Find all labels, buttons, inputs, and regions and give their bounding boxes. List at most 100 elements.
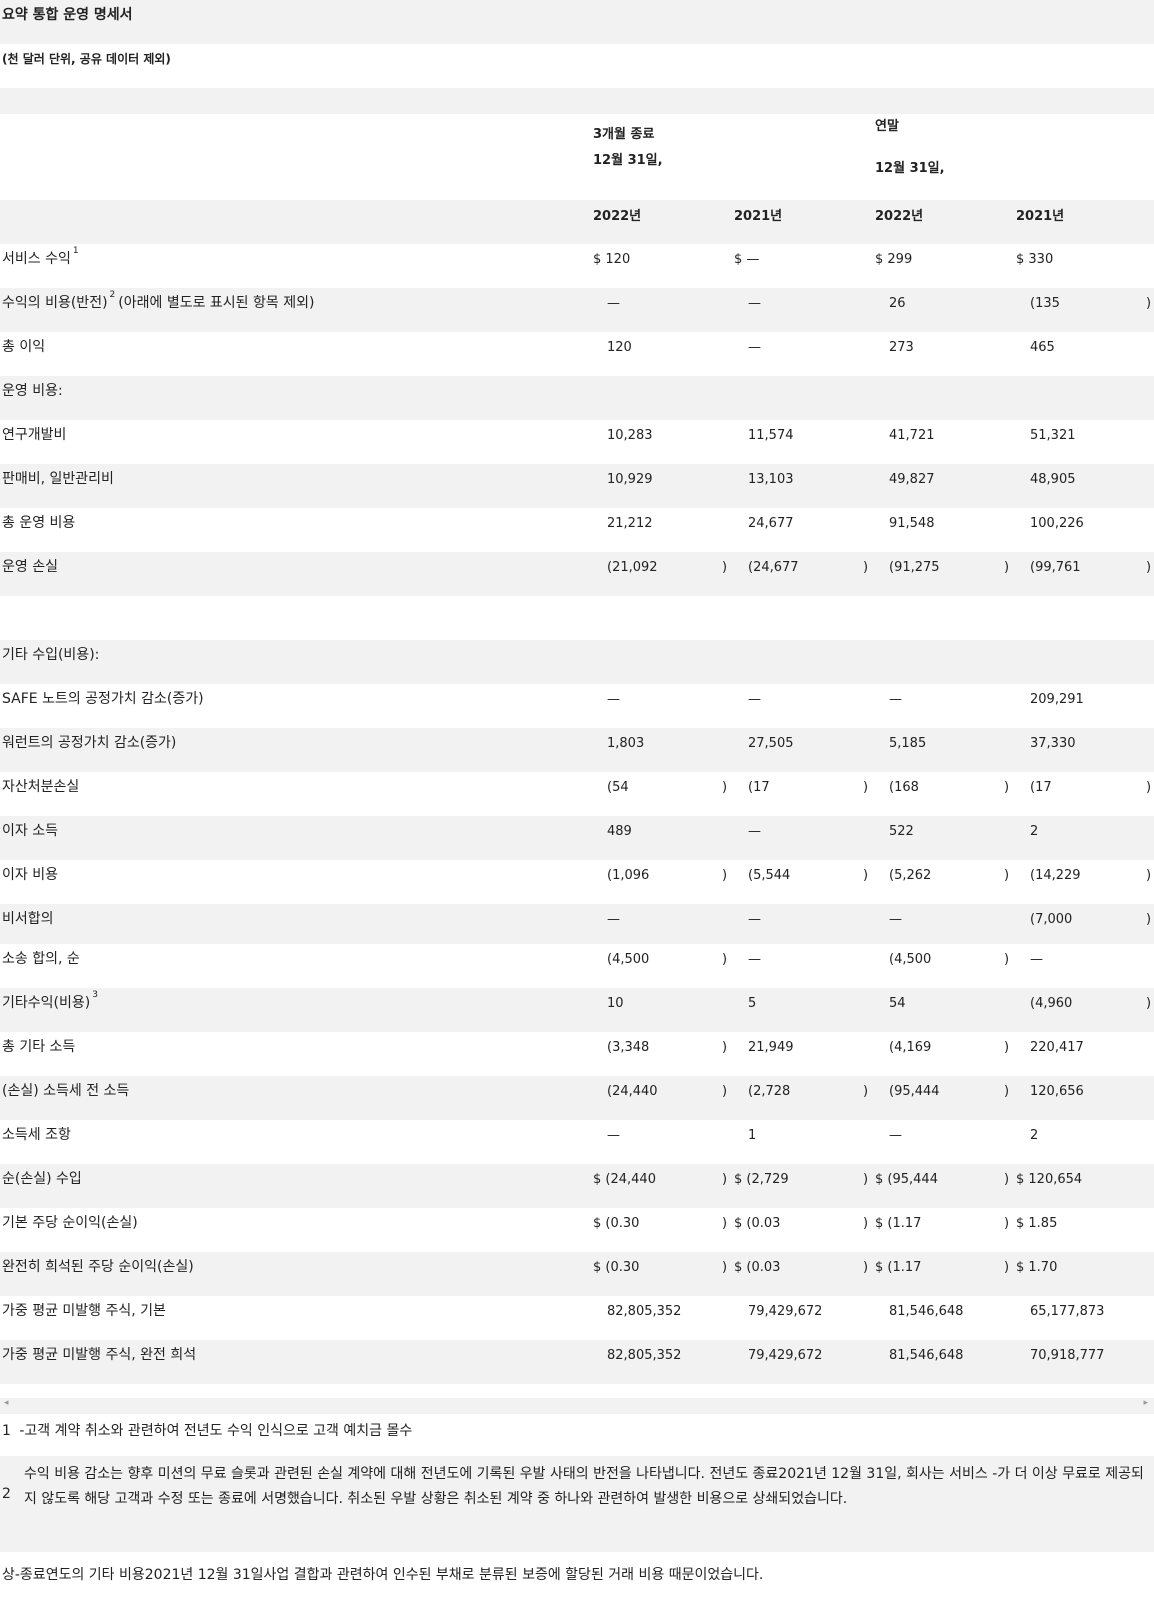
value-cell: (4,960: [1030, 996, 1073, 1011]
value-cell: (95,444: [889, 1084, 940, 1099]
row-label: 완전히 희석된 주당 순이익(손실): [2, 1256, 194, 1276]
closing-paren: ): [1004, 868, 1010, 883]
value-cell: (24,440: [607, 1084, 658, 1099]
value-cell: 10: [607, 996, 624, 1011]
year-col-3: 2022년: [875, 209, 924, 224]
value-cell: 54: [889, 996, 906, 1011]
closing-paren: ): [722, 1040, 728, 1055]
closing-paren: ): [1004, 1040, 1010, 1055]
row-label-text: 운영 비용:: [2, 383, 63, 399]
scroll-left-icon[interactable]: ◂: [4, 1398, 9, 1408]
value-cell: $ 120,654: [1016, 1172, 1083, 1187]
value-cell: $ 330: [1016, 252, 1054, 267]
value-cell: 209,291: [1030, 692, 1084, 707]
footnote-3-text: 상-종료연도의 기타 비용2021년 12월 31일사업 결합과 관련하여 인수…: [0, 1552, 1154, 1600]
closing-paren: ): [1004, 1260, 1010, 1275]
row-label: 이자 비용: [2, 864, 58, 884]
value-cell: —: [748, 912, 761, 927]
value-cell: 91,548: [889, 516, 935, 531]
value-cell: —: [748, 340, 761, 355]
closing-paren: ): [722, 952, 728, 967]
closing-paren: ): [863, 1216, 869, 1231]
row-label: 기타 수입(비용):: [2, 644, 99, 664]
closing-paren: ): [1004, 1084, 1010, 1099]
value-cell: —: [748, 952, 761, 967]
row-label: 총 운영 비용: [2, 512, 75, 532]
closing-paren: ): [1146, 780, 1152, 795]
row-label: 운영 손실: [2, 556, 58, 576]
value-cell: 5: [748, 996, 757, 1011]
table-row: [0, 596, 1154, 640]
table-row: 기타수익(비용) 3 10 5 54 (4,960): [0, 988, 1154, 1032]
value-cell: 1,803: [607, 736, 645, 751]
value-cell: —: [607, 692, 620, 707]
statement-subtitle: (천 달러 단위, 공유 데이터 제외): [0, 44, 1154, 88]
row-label-suffix: (아래에 별도로 표시된 항목 제외): [118, 295, 315, 311]
value-cell: (2,728: [748, 1084, 791, 1099]
value-cell: 26: [889, 296, 906, 311]
value-cell: 5,185: [889, 736, 927, 751]
three-months-date: 12월 31일,: [593, 153, 663, 168]
table-row: 이자 소득 489 — 522 2: [0, 816, 1154, 860]
closing-paren: ): [1004, 952, 1010, 967]
value-cell: $ 1.70: [1016, 1260, 1058, 1275]
value-cell: (5,262: [889, 868, 932, 883]
value-cell: (4,169: [889, 1040, 932, 1055]
row-label: 워런트의 공정가치 감소(증가): [2, 732, 176, 752]
footnote-2-number: 2: [2, 1486, 11, 1502]
value-cell: —: [889, 1128, 902, 1143]
row-label-text: 기본 주당 순이익(손실): [2, 1215, 138, 1231]
row-label: 가중 평균 미발행 주식, 기본: [2, 1300, 166, 1320]
closing-paren: ): [863, 1172, 869, 1187]
value-cell: $ (95,444: [875, 1172, 938, 1187]
value-cell: 37,330: [1030, 736, 1076, 751]
footnote-1-text: -고객 계약 취소와 관련하여 전년도 수익 인식으로 고객 예치금 몰수: [19, 1423, 413, 1439]
period-header: 3개월 종료 12월 31일, 연말 12월 31일,: [0, 114, 1154, 200]
row-label-text: 소송 합의, 순: [2, 951, 80, 967]
value-cell: (4,500: [889, 952, 932, 967]
row-label-text: 가중 평균 미발행 주식, 완전 희석: [2, 1347, 197, 1363]
value-cell: (5,544: [748, 868, 791, 883]
table-row: 서비스 수익 1 $ 120 $ — $ 299 $ 330: [0, 244, 1154, 288]
row-label: 기타수익(비용) 3: [2, 990, 98, 1012]
header-spacer: [0, 88, 1154, 114]
row-label: 판매비, 일반관리비: [2, 468, 114, 488]
row-label-text: 총 운영 비용: [2, 515, 76, 531]
row-label: 순(손실) 수입: [2, 1168, 82, 1188]
value-cell: (1,096: [607, 868, 650, 883]
closing-paren: ): [722, 868, 728, 883]
row-label-text: SAFE 노트의 공정가치 감소(증가): [2, 691, 204, 707]
value-cell: 2: [1030, 1128, 1039, 1143]
value-cell: (4,500: [607, 952, 650, 967]
row-label: 운영 비용:: [2, 380, 63, 400]
footnote-1-number: 1: [2, 1423, 11, 1439]
closing-paren: ): [1146, 868, 1152, 883]
value-cell: $ (2,729: [734, 1172, 789, 1187]
row-label-text: 자산처분손실: [2, 779, 80, 795]
value-cell: 82,805,352: [607, 1304, 682, 1319]
row-label: 총 이익: [2, 336, 45, 356]
table-row: 판매비, 일반관리비 10,929 13,103 49,827 48,905: [0, 464, 1154, 508]
closing-paren: ): [1004, 1172, 1010, 1187]
value-cell: —: [607, 912, 620, 927]
scroll-right-icon[interactable]: ▸: [1143, 1398, 1148, 1408]
value-cell: —: [748, 296, 761, 311]
row-label-text: 기타수익(비용): [2, 995, 91, 1011]
row-label-text: 완전히 희석된 주당 순이익(손실): [2, 1259, 194, 1275]
row-label: 총 기타 소득: [2, 1036, 75, 1056]
value-cell: 10,283: [607, 428, 653, 443]
horizontal-scrollbar[interactable]: ◂ ▸: [0, 1398, 1154, 1414]
year-col-1: 2022년: [593, 209, 642, 224]
value-cell: 465: [1030, 340, 1055, 355]
year-col-4: 2021년: [1016, 209, 1065, 224]
closing-paren: ): [1004, 560, 1010, 575]
row-label: 이자 소득: [2, 820, 58, 840]
value-cell: (135: [1030, 296, 1060, 311]
closing-paren: ): [863, 780, 869, 795]
row-label: 가중 평균 미발행 주식, 완전 희석: [2, 1344, 196, 1364]
value-cell: $ (1.17: [875, 1216, 922, 1231]
table-row: 이자 비용 (1,096) (5,544) (5,262) (14,229): [0, 860, 1154, 904]
row-label: 자산처분손실: [2, 776, 79, 796]
table-row: (손실) 소득세 전 소득 (24,440) (2,728) (95,444) 120,…: [0, 1076, 1154, 1120]
value-cell: 273: [889, 340, 914, 355]
